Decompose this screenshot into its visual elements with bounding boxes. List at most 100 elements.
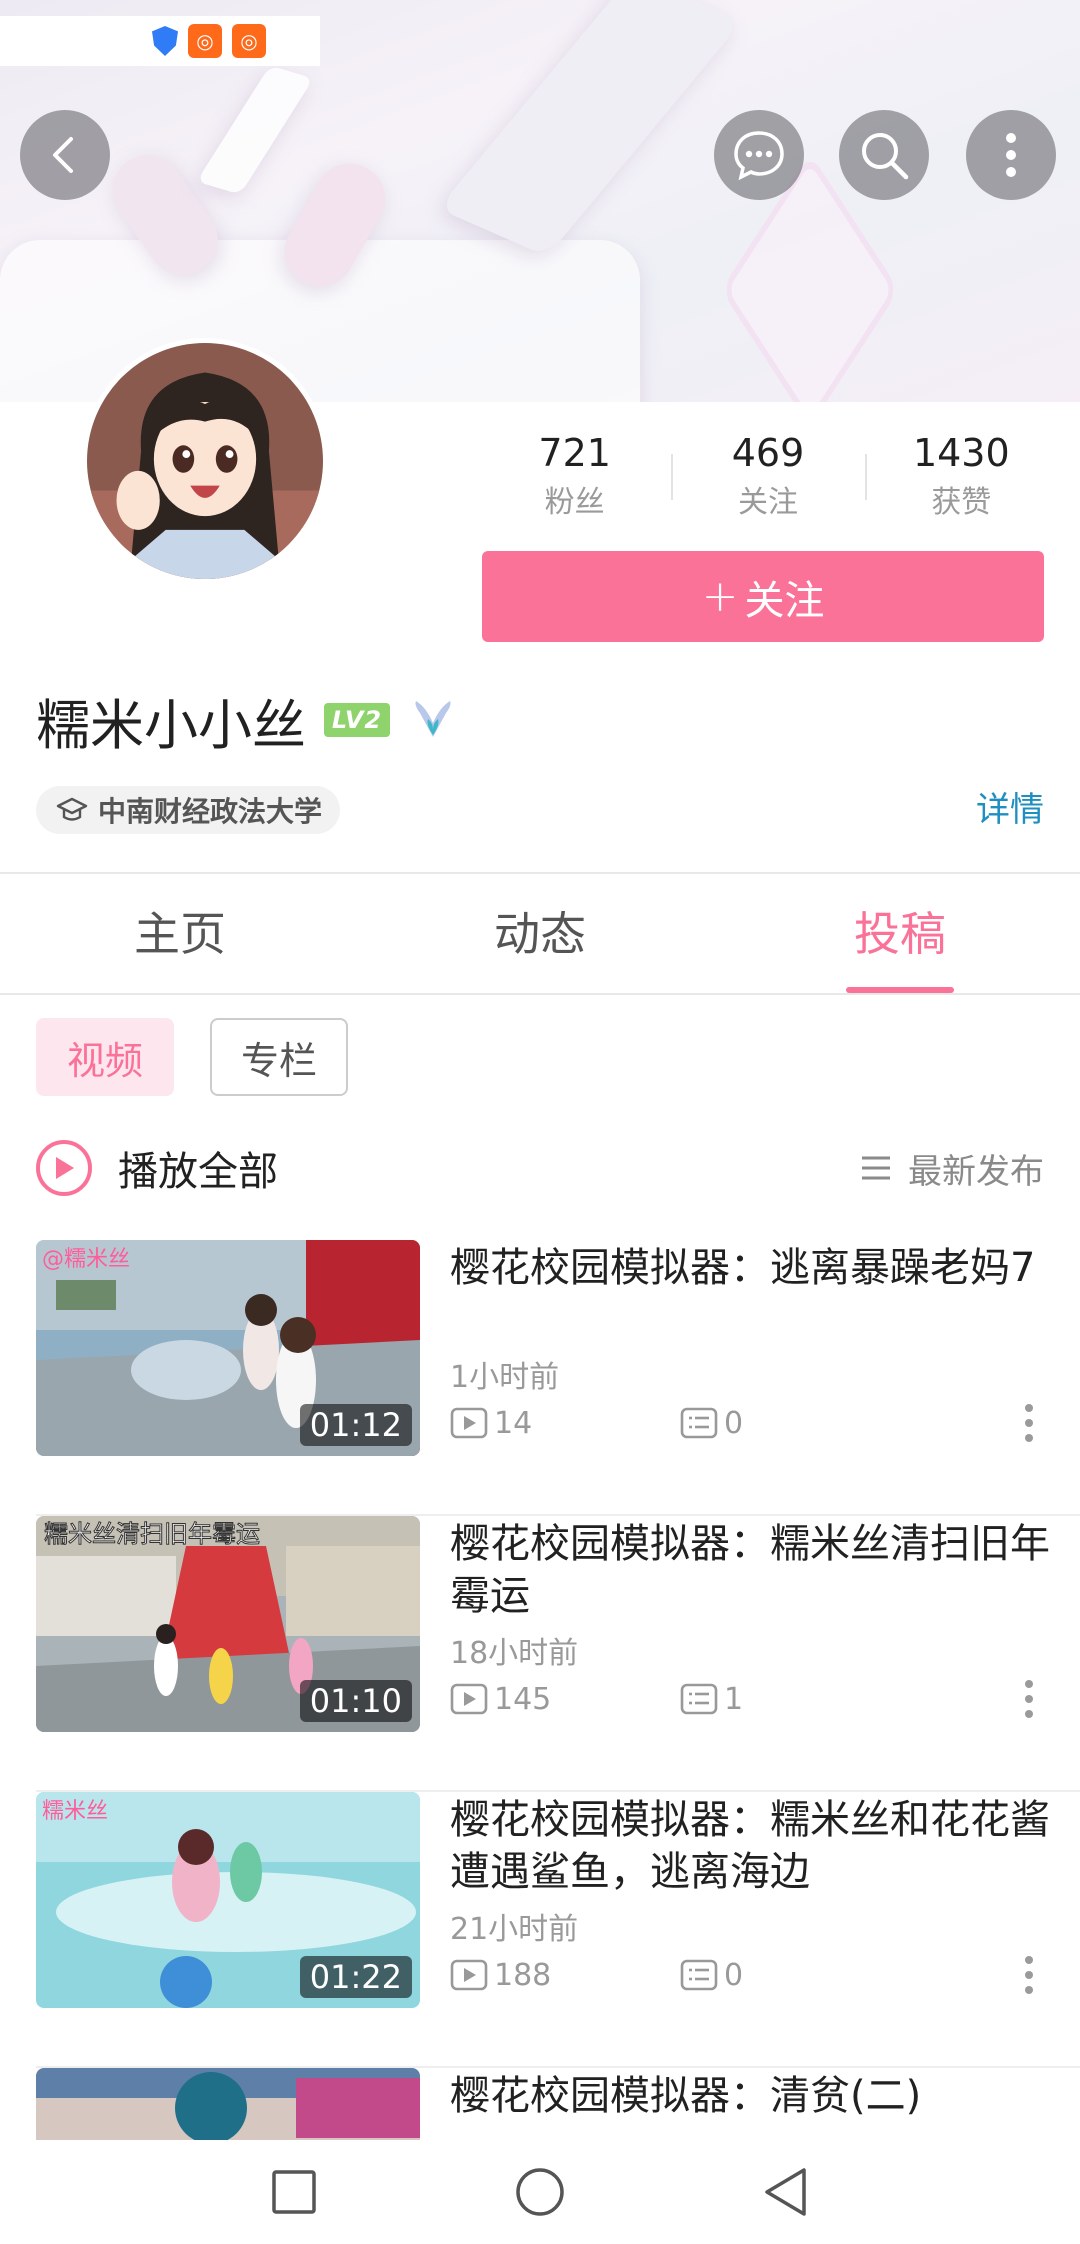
- comment-count: 1: [680, 1682, 743, 1717]
- comment-icon: [680, 1683, 718, 1715]
- stat-likes[interactable]: 1430 获赞: [864, 424, 1058, 534]
- play-count-value: 145: [494, 1681, 552, 1717]
- stat-value: 1430: [912, 431, 1010, 475]
- profile-tabs: 主页 动态 投稿: [0, 875, 1080, 993]
- play-all-row: 播放全部 最新发布: [36, 1138, 1044, 1198]
- video-list-item[interactable]: 樱花校园模拟器：清贫(二): [0, 2068, 1080, 2140]
- filter-video[interactable]: 视频: [36, 1018, 174, 1096]
- play-all-button[interactable]: 播放全部: [118, 1139, 278, 1197]
- video-list-item[interactable]: @糯米丝 01:12 樱花校园模拟器：逃离暴躁老妈7 1小时前 14 0: [0, 1240, 1080, 1516]
- filter-column[interactable]: 专栏: [210, 1018, 348, 1096]
- recent-apps-button[interactable]: [266, 2164, 322, 2220]
- video-meta: 14 0: [450, 1403, 743, 1443]
- play-count-icon: [450, 1683, 488, 1715]
- svg-text:@糯米丝: @糯米丝: [42, 1247, 130, 1272]
- plus-icon: +: [701, 571, 739, 622]
- stat-label: 获赞: [931, 485, 992, 520]
- more-options-icon[interactable]: [1024, 1404, 1034, 1442]
- wing-badge-icon[interactable]: [408, 695, 458, 745]
- app-notification-icon: ◎: [232, 24, 266, 58]
- home-button[interactable]: [512, 2164, 568, 2220]
- divider: [0, 872, 1080, 874]
- video-title[interactable]: 樱花校园模拟器：糯米丝和花花酱遭遇鲨鱼，逃离海边: [450, 1794, 1050, 1898]
- stat-following[interactable]: 469 关注: [671, 424, 864, 534]
- status-notification-icons: ◎ ◎: [0, 16, 320, 66]
- shield-icon: [152, 26, 178, 56]
- video-time: 1小时前: [450, 1360, 560, 1395]
- tab-submissions[interactable]: 投稿: [720, 875, 1080, 993]
- play-count: 188: [450, 1958, 551, 1993]
- video-title[interactable]: 樱花校园模拟器：清贫(二): [450, 2070, 1050, 2122]
- nav-back-button[interactable]: [758, 2164, 814, 2220]
- profile-stats: 721 粉丝 469 关注 1430 获赞: [478, 424, 1058, 534]
- comment-count-value: 0: [724, 1957, 744, 1993]
- play-count: 145: [450, 1682, 551, 1717]
- play-count-icon: [450, 1959, 488, 1991]
- sort-label: 最新发布: [908, 1151, 1044, 1192]
- divider: [0, 993, 1080, 995]
- stat-label: 关注: [737, 485, 798, 520]
- stat-value: 469: [731, 431, 805, 475]
- video-duration: 01:22: [299, 1956, 412, 1998]
- comment-icon: [680, 1407, 718, 1439]
- banner-decoration: [437, 0, 743, 257]
- svg-text:糯米丝清扫旧年霉运: 糯米丝清扫旧年霉运: [44, 1520, 260, 1548]
- play-count-icon: [450, 1407, 488, 1439]
- video-time: 21小时前: [450, 1912, 579, 1947]
- message-button[interactable]: [714, 110, 804, 200]
- back-triangle-icon: [765, 2168, 806, 2216]
- stat-label: 粉丝: [544, 485, 605, 520]
- comment-count-value: 0: [724, 1405, 744, 1441]
- follow-button-label: 关注: [744, 577, 825, 624]
- comment-icon: [680, 1959, 718, 1991]
- video-meta: 188 0: [450, 1955, 743, 1995]
- follow-button[interactable]: + 关注: [482, 551, 1044, 642]
- video-thumbnail[interactable]: @糯米丝 01:12: [36, 1240, 420, 1456]
- video-thumbnail[interactable]: [36, 2068, 420, 2140]
- back-button[interactable]: [20, 110, 110, 200]
- school-tag[interactable]: 中南财经政法大学: [36, 786, 341, 834]
- video-time: 18小时前: [450, 1636, 579, 1671]
- play-count: 14: [450, 1406, 532, 1441]
- more-options-icon[interactable]: [1024, 1956, 1034, 1994]
- graduation-cap-icon: [56, 797, 88, 821]
- back-icon: [53, 137, 73, 173]
- home-icon: [516, 2168, 564, 2216]
- video-list-item[interactable]: 糯米丝清扫旧年霉运 01:10 樱花校园模拟器：糯米丝清扫旧年霉运 18小时前 …: [0, 1516, 1080, 1792]
- sort-button[interactable]: 最新发布: [860, 1144, 1044, 1193]
- tab-home[interactable]: 主页: [0, 875, 360, 993]
- video-thumbnail[interactable]: 糯米丝清扫旧年霉运 01:10: [36, 1516, 420, 1732]
- play-count-value: 188: [494, 1957, 552, 1993]
- stat-fans[interactable]: 721 粉丝: [478, 424, 671, 534]
- comment-count-value: 1: [724, 1681, 744, 1717]
- list-icon: [862, 1156, 890, 1180]
- more-button[interactable]: [966, 110, 1056, 200]
- school-name: 中南财经政法大学: [98, 795, 323, 828]
- play-all-icon[interactable]: [36, 1140, 92, 1196]
- avatar[interactable]: [82, 338, 328, 584]
- more-icon: [1006, 133, 1016, 177]
- message-icon: [734, 131, 784, 181]
- more-options-icon[interactable]: [1024, 1680, 1034, 1718]
- tab-dynamics[interactable]: 动态: [360, 875, 720, 993]
- play-count-value: 14: [494, 1405, 533, 1441]
- banner-decoration: [196, 65, 314, 195]
- stat-value: 721: [538, 431, 611, 475]
- search-button[interactable]: [839, 110, 929, 200]
- svg-text:糯米丝: 糯米丝: [42, 1799, 108, 1824]
- video-list-item[interactable]: 糯米丝 01:22 樱花校园模拟器：糯米丝和花花酱遭遇鲨鱼，逃离海边 21小时前…: [0, 1792, 1080, 2068]
- details-link[interactable]: 详情: [976, 786, 1044, 834]
- video-duration: 01:10: [299, 1680, 412, 1722]
- profile-name-row: 糯米小小丝 LV2: [36, 680, 458, 760]
- video-title[interactable]: 樱花校园模拟器：糯米丝清扫旧年霉运: [450, 1518, 1050, 1622]
- thumbnail-image: [36, 2068, 420, 2140]
- app-notification-icon: ◎: [188, 24, 222, 58]
- level-badge[interactable]: LV2: [324, 703, 390, 737]
- video-thumbnail[interactable]: 糯米丝 01:22: [36, 1792, 420, 2008]
- avatar-image: [87, 343, 323, 579]
- video-duration: 01:12: [299, 1404, 412, 1446]
- comment-count: 0: [680, 1406, 743, 1441]
- video-meta: 145 1: [450, 1679, 743, 1719]
- video-title[interactable]: 樱花校园模拟器：逃离暴躁老妈7: [450, 1242, 1050, 1294]
- search-icon: [862, 133, 909, 180]
